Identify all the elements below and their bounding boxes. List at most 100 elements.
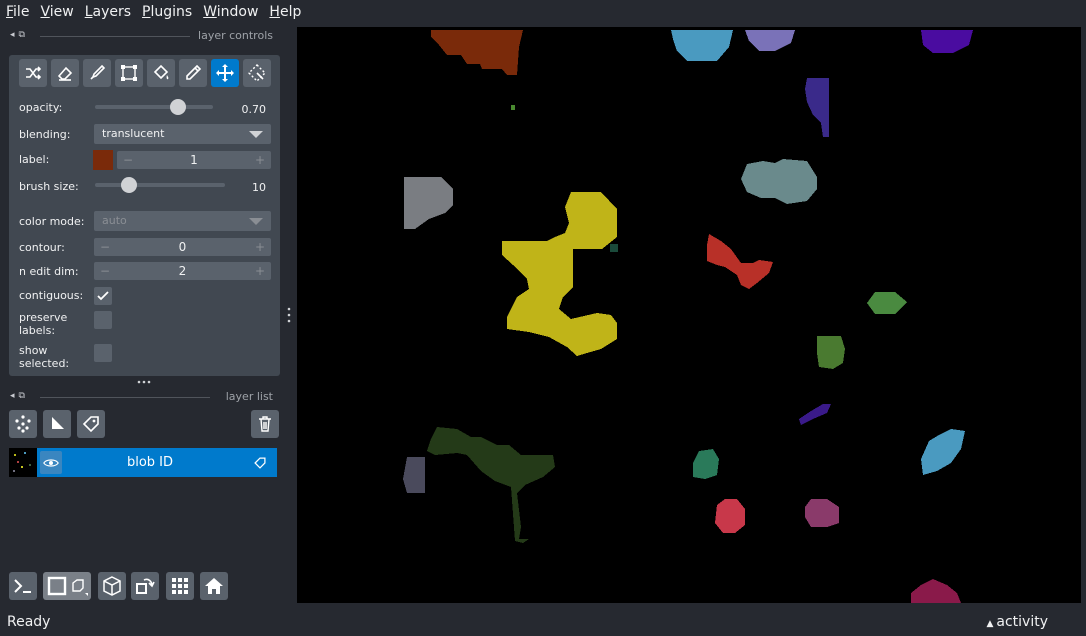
layer-controls-title: layer controls xyxy=(198,29,273,42)
menu-file[interactable]: File xyxy=(1,0,34,24)
show-selected-label: show selected: xyxy=(19,344,70,370)
menu-plugins[interactable]: Plugins xyxy=(137,0,197,24)
blending-label: blending: xyxy=(19,128,71,141)
delete-layer-button[interactable] xyxy=(251,410,279,438)
shuffle-colors-button[interactable] xyxy=(19,59,47,87)
pan-zoom-icon xyxy=(216,64,234,82)
new-shapes-layer-button[interactable] xyxy=(43,410,71,438)
contour-spinbox[interactable]: − 0 + xyxy=(94,238,271,256)
viewer-canvas[interactable] xyxy=(297,27,1081,603)
toggle-ndisplay-button[interactable] xyxy=(43,572,91,600)
opacity-slider[interactable] xyxy=(95,105,213,109)
label-spinbox[interactable]: − 1 + xyxy=(117,151,271,169)
contiguous-checkbox[interactable] xyxy=(94,287,112,305)
label-color-swatch[interactable] xyxy=(93,150,113,170)
preserve-labels-label: preserve labels: xyxy=(19,311,68,337)
labels-layer-type-icon xyxy=(254,457,266,469)
console-button[interactable] xyxy=(9,572,37,600)
polygon-icon xyxy=(121,65,137,81)
activity-label: activity xyxy=(996,614,1048,630)
color-picker-button[interactable] xyxy=(179,59,207,87)
label-value: 1 xyxy=(190,153,198,167)
label-blob xyxy=(867,292,907,314)
transpose-icon xyxy=(136,578,155,594)
checkmark-icon xyxy=(97,291,109,301)
increment-icon[interactable]: + xyxy=(255,262,265,280)
menu-view[interactable]: View xyxy=(35,0,78,24)
label-blob xyxy=(671,30,733,61)
roll-dimensions-button[interactable] xyxy=(98,572,126,600)
preserve-labels-checkbox[interactable] xyxy=(94,311,112,329)
brush-size-slider-handle[interactable] xyxy=(121,177,137,193)
menu-layers[interactable]: Layers xyxy=(80,0,136,24)
transform-button[interactable] xyxy=(243,59,271,87)
color-mode-select[interactable]: auto xyxy=(94,211,271,231)
contiguous-label: contiguous: xyxy=(19,289,84,302)
increment-icon[interactable]: + xyxy=(255,151,265,169)
blending-select[interactable]: translucent xyxy=(94,124,271,144)
label-label: label: xyxy=(19,153,50,166)
label-blob xyxy=(511,105,515,110)
opacity-slider-handle[interactable] xyxy=(169,99,186,115)
new-points-layer-button[interactable] xyxy=(9,410,37,438)
shuffle-icon xyxy=(26,66,42,80)
eye-icon xyxy=(43,458,59,467)
dock-float-close-icons[interactable]: ◂⧉ xyxy=(10,391,29,401)
layer-list-title-bar: ◂⧉ layer list xyxy=(0,390,280,404)
label-blob xyxy=(817,336,845,369)
dock-float-close-icons[interactable]: ◂⧉ xyxy=(10,30,29,40)
home-button[interactable] xyxy=(200,572,228,600)
console-icon xyxy=(14,579,31,593)
fill-bucket-icon xyxy=(153,64,169,80)
layer-name: blob ID xyxy=(126,455,174,470)
n-edit-dim-spinbox[interactable]: − 2 + xyxy=(94,262,271,280)
shapes-icon xyxy=(52,417,64,429)
transform-icon xyxy=(248,64,266,82)
cube-icon xyxy=(103,576,121,596)
color-picker-icon xyxy=(186,64,202,80)
label-blob xyxy=(741,159,817,204)
label-blob xyxy=(431,30,523,75)
activity-button[interactable]: ▲ activity xyxy=(986,614,1048,630)
eraser-icon xyxy=(57,66,73,81)
contour-label: contour: xyxy=(19,241,65,254)
divider xyxy=(40,397,210,398)
chevron-down-icon xyxy=(249,131,263,138)
label-blob xyxy=(610,244,618,252)
show-selected-checkbox[interactable] xyxy=(94,344,112,362)
menu-help[interactable]: Help xyxy=(264,0,306,24)
visibility-toggle[interactable] xyxy=(40,451,62,474)
divider xyxy=(40,36,190,37)
label-blob xyxy=(745,30,795,51)
dock-splitter-handle[interactable] xyxy=(136,379,152,385)
panel-splitter-handle[interactable] xyxy=(287,306,291,324)
layer-thumbnail xyxy=(9,448,37,477)
paintbrush-icon xyxy=(90,64,106,80)
blending-value: translucent xyxy=(102,127,165,140)
brush-size-label: brush size: xyxy=(19,180,79,193)
brush-size-slider[interactable] xyxy=(95,183,225,187)
pan-zoom-button[interactable] xyxy=(211,59,239,87)
transpose-button[interactable] xyxy=(131,572,159,600)
trash-icon xyxy=(259,416,271,432)
increment-icon[interactable]: + xyxy=(255,238,265,256)
layer-controls-title-bar: ◂⧉ layer controls xyxy=(0,29,280,43)
eraser-button[interactable] xyxy=(51,59,79,87)
brush-size-value: 10 xyxy=(252,181,266,194)
2d-3d-toggle-icon xyxy=(47,576,88,596)
label-blob xyxy=(805,499,839,527)
grid-view-button[interactable] xyxy=(166,572,194,600)
menu-window[interactable]: Window xyxy=(198,0,263,24)
grid-icon xyxy=(172,578,188,594)
home-icon xyxy=(205,578,223,594)
paint-button[interactable] xyxy=(83,59,111,87)
label-blob xyxy=(921,30,973,53)
polygon-button[interactable] xyxy=(115,59,143,87)
fill-button[interactable] xyxy=(147,59,175,87)
layer-list-title: layer list xyxy=(225,390,273,403)
new-labels-layer-button[interactable] xyxy=(77,410,105,438)
tag-icon xyxy=(82,416,99,433)
label-blob xyxy=(427,427,555,543)
points-icon xyxy=(15,415,31,433)
label-blob xyxy=(502,192,617,356)
